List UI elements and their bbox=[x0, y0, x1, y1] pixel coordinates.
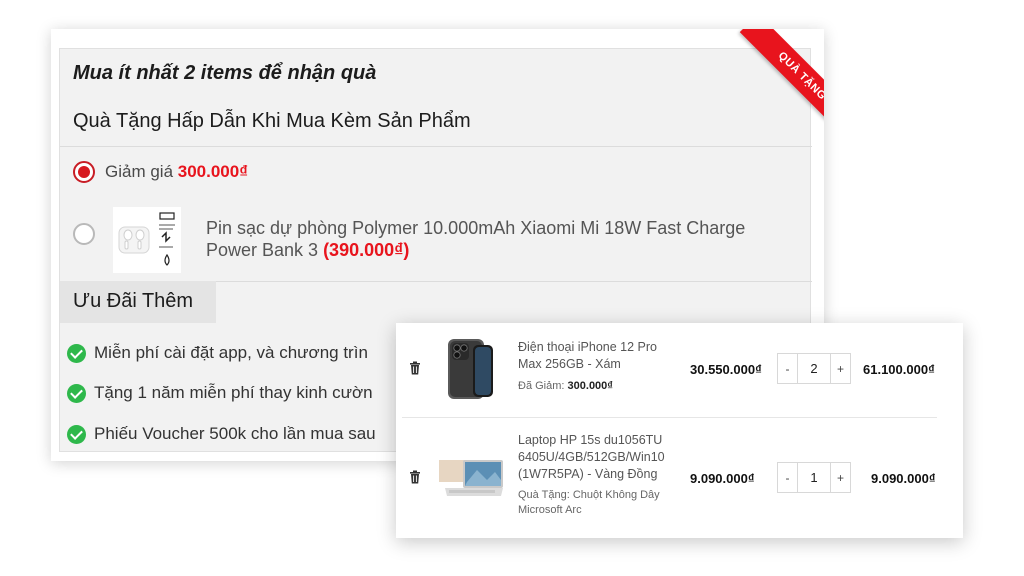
line-total: 61.100.000₫ bbox=[863, 362, 935, 377]
gift-option-powerbank[interactable] bbox=[73, 223, 95, 245]
promo-heading: Mua ít nhất 2 items để nhận quà bbox=[73, 62, 377, 84]
unit-price: 9.090.000₫ bbox=[690, 471, 755, 486]
radio-unselected-icon[interactable] bbox=[73, 223, 95, 245]
option-label: Giảm giá bbox=[105, 162, 178, 181]
radio-selected-icon[interactable] bbox=[73, 161, 95, 183]
extra-offers-title: Ưu Đãi Thêm bbox=[73, 290, 194, 312]
perk-item: Tặng 1 năm miễn phí thay kinh cườn bbox=[67, 383, 373, 403]
product-note: Quà Tặng: Chuột Không Dây Microsoft Arc bbox=[518, 488, 683, 518]
option-label: Pin sạc dự phòng Polymer 10.000mAh Xiaom… bbox=[206, 218, 746, 260]
perk-text: Phiếu Voucher 500k cho lần mua sau bbox=[94, 424, 376, 443]
perk-item: Phiếu Voucher 500k cho lần mua sau bbox=[67, 424, 376, 444]
check-icon bbox=[67, 383, 86, 403]
iphone-product-image[interactable] bbox=[445, 337, 495, 400]
product-name[interactable]: Điện thoại iPhone 12 Pro Max 256GB - Xám bbox=[518, 339, 678, 373]
product-name[interactable]: Laptop HP 15s du1056TU 6405U/4GB/512GB/W… bbox=[518, 432, 683, 483]
trash-icon[interactable] bbox=[408, 361, 422, 375]
perk-text: Miễn phí cài đặt app, và chương trìn bbox=[94, 343, 368, 362]
promo-subheading: Quà Tặng Hấp Dẫn Khi Mua Kèm Sản Phẩm bbox=[73, 110, 471, 132]
gift-option-discount[interactable]: Giảm giá 300.000₫ bbox=[73, 161, 248, 183]
increment-button[interactable]: + bbox=[831, 463, 850, 492]
line-total: 9.090.000₫ bbox=[871, 471, 936, 486]
unit-price: 30.550.000₫ bbox=[690, 362, 762, 377]
quantity-stepper: - 2 + bbox=[777, 353, 851, 384]
gift-ribbon: QUÀ TẶNG bbox=[727, 29, 824, 147]
quantity-input[interactable]: 2 bbox=[797, 354, 831, 383]
decrement-button[interactable]: - bbox=[778, 463, 797, 492]
quantity-input[interactable]: 1 bbox=[797, 463, 831, 492]
gift-ribbon-label: QUÀ TẶNG bbox=[739, 29, 824, 139]
quantity-stepper: - 1 + bbox=[777, 462, 851, 493]
stage: Mua ít nhất 2 items để nhận quà Quà Tặng… bbox=[0, 0, 1024, 576]
cart-card: Điện thoại iPhone 12 Pro Max 256GB - Xám… bbox=[396, 323, 963, 538]
powerbank-option-text: Pin sạc dự phòng Polymer 10.000mAh Xiaom… bbox=[206, 217, 746, 261]
divider bbox=[60, 146, 812, 147]
note-value: 300.000₫ bbox=[567, 380, 613, 392]
perk-text: Tặng 1 năm miễn phí thay kinh cườn bbox=[94, 383, 373, 402]
option-price: 300.000₫ bbox=[177, 162, 248, 181]
decrement-button[interactable]: - bbox=[778, 354, 797, 383]
perk-item: Miễn phí cài đặt app, và chương trìn bbox=[67, 343, 368, 363]
row-divider bbox=[402, 417, 937, 418]
check-icon bbox=[67, 343, 86, 363]
option-price: (390.000₫) bbox=[323, 240, 410, 260]
laptop-product-image[interactable] bbox=[437, 458, 505, 500]
trash-icon[interactable] bbox=[408, 470, 422, 484]
product-note: Đã Giảm: 300.000₫ bbox=[518, 379, 678, 394]
powerbank-thumbnail bbox=[113, 207, 181, 273]
check-icon bbox=[67, 424, 86, 444]
extra-offers-tab: Ưu Đãi Thêm bbox=[60, 281, 216, 323]
note-label: Quà Tặng: bbox=[518, 489, 570, 501]
increment-button[interactable]: + bbox=[831, 354, 850, 383]
note-label: Đã Giảm: bbox=[518, 380, 565, 392]
